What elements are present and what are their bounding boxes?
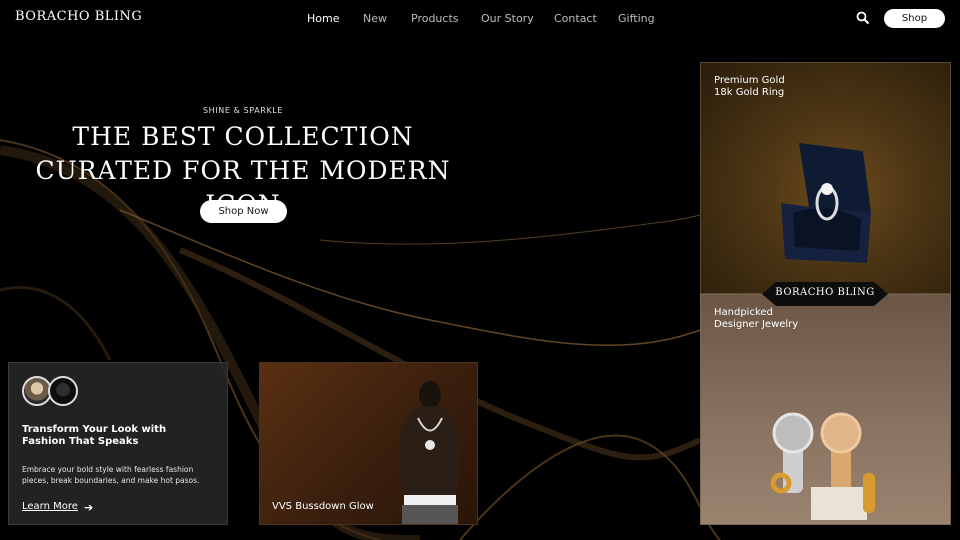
ring-box-image <box>781 143 871 263</box>
model-image <box>399 381 461 524</box>
nav-item-our-story[interactable]: Our Story <box>481 12 534 25</box>
hero-headline-line1: The Best Collection <box>72 122 414 151</box>
watches-card-label-line2: Designer Jewelry <box>714 319 799 330</box>
vvs-card[interactable]: VVS Bussdown Glow <box>259 362 478 525</box>
hero-eyebrow: SHINE & SPARKLE <box>203 106 283 115</box>
nav-item-home[interactable]: Home <box>307 12 339 25</box>
watches-card-label: Handpicked Designer Jewelry <box>714 307 798 331</box>
main-nav: Home New Products Our Story Contact Gift… <box>0 12 960 26</box>
brand-badge-text: BORACHO BLING <box>775 287 875 298</box>
learn-more-link[interactable]: Learn More <box>22 501 78 512</box>
avatar <box>48 376 78 406</box>
nav-item-gifting[interactable]: Gifting <box>618 12 655 25</box>
shop-now-button[interactable]: Shop Now <box>200 200 287 223</box>
fashion-card: Transform Your Look with Fashion That Sp… <box>8 362 228 525</box>
ring-card[interactable]: Premium Gold 18k Gold Ring <box>700 62 951 294</box>
shop-button[interactable]: Shop <box>884 9 945 28</box>
fashion-card-title: Transform Your Look with Fashion That Sp… <box>22 424 167 447</box>
watches-card-label-line1: Handpicked <box>714 307 773 318</box>
search-icon[interactable] <box>856 11 870 25</box>
nav-item-contact[interactable]: Contact <box>554 12 597 25</box>
watches-card[interactable]: Handpicked Designer Jewelry <box>700 294 951 525</box>
ring-card-label: Premium Gold 18k Gold Ring <box>714 75 785 99</box>
ring-card-label-line1: Premium Gold <box>714 75 785 86</box>
watches-image <box>770 412 875 520</box>
nav-item-products[interactable]: Products <box>411 12 459 25</box>
vvs-card-label: VVS Bussdown Glow <box>272 501 374 512</box>
arrow-right-icon[interactable]: ➔ <box>84 501 93 514</box>
nav-item-new[interactable]: New <box>363 12 387 25</box>
ring-card-label-line2: 18k Gold Ring <box>714 87 785 98</box>
fashion-card-text: Embrace your bold style with fearless fa… <box>22 465 200 485</box>
